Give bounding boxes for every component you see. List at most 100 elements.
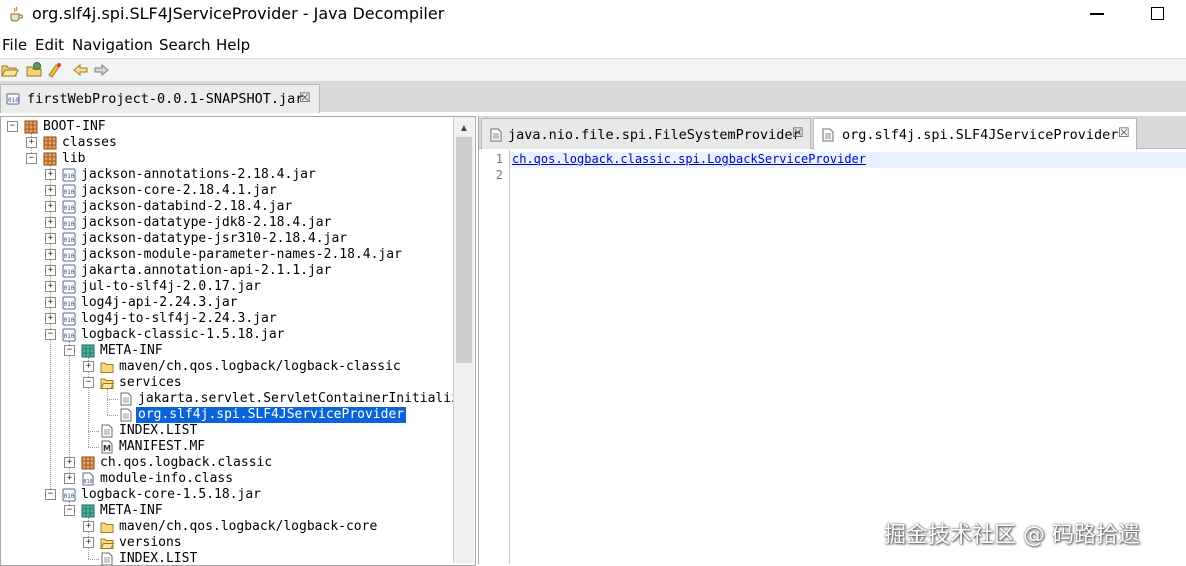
tree-node-label[interactable]: versions — [117, 535, 184, 551]
menu-search[interactable]: Search — [159, 36, 211, 54]
title-bar: org.slf4j.spi.SLF4JServiceProvider - Jav… — [0, 0, 1186, 30]
svg-text:010: 010 — [84, 479, 93, 485]
tree-node-label[interactable]: jakarta.annotation-api-2.1.1.jar — [79, 263, 333, 279]
package-icon — [81, 456, 95, 470]
tree-node-label[interactable]: lib — [60, 151, 87, 167]
tree-node-label[interactable]: classes — [60, 135, 119, 151]
scrollbar-thumb[interactable] — [456, 137, 472, 363]
svg-text:010: 010 — [64, 301, 75, 308]
expand-icon[interactable]: + — [45, 169, 56, 180]
menu-file[interactable]: File — [2, 36, 27, 54]
svg-text:010: 010 — [64, 333, 75, 340]
tree-node-label[interactable]: jackson-databind-2.18.4.jar — [79, 199, 294, 215]
tab-archive[interactable]: 010 firstWebProject-0.0.1-SNAPSHOT.jar ☒ — [0, 84, 320, 113]
menu-help[interactable]: Help — [216, 36, 250, 54]
tree-node-label[interactable]: BOOT-INF — [41, 119, 108, 135]
tree-node-label[interactable]: jackson-datatype-jsr310-2.18.4.jar — [79, 231, 349, 247]
tree-node-label[interactable]: jackson-datatype-jdk8-2.18.4.jar — [79, 215, 333, 231]
menu-edit[interactable]: Edit — [35, 36, 64, 54]
close-icon[interactable]: ☒ — [792, 125, 804, 141]
expand-icon[interactable]: + — [64, 457, 75, 468]
tree-node-label[interactable]: INDEX.LIST — [117, 423, 199, 439]
collapse-icon[interactable]: − — [45, 329, 56, 340]
expand-icon[interactable]: + — [64, 473, 75, 484]
tree-guide-line — [107, 389, 108, 415]
tree-node-label[interactable]: log4j-api-2.24.3.jar — [79, 295, 240, 311]
tree-connector — [107, 399, 118, 400]
svg-text:010: 010 — [64, 253, 75, 260]
tree-node-label[interactable]: services — [117, 375, 184, 391]
file-icon — [490, 128, 502, 142]
expand-icon[interactable]: + — [45, 233, 56, 244]
scroll-up-icon[interactable]: ▲ — [459, 123, 469, 134]
tree-node-label[interactable]: jackson-core-2.18.4.1.jar — [79, 183, 279, 199]
collapse-icon[interactable]: − — [26, 153, 37, 164]
collapse-icon[interactable]: − — [45, 489, 56, 500]
package-icon — [43, 152, 57, 166]
tree-node-label[interactable]: META-INF — [98, 503, 165, 519]
line-number: 1 — [495, 152, 503, 166]
close-icon[interactable]: ☒ — [299, 90, 311, 106]
tree-node-label[interactable]: jakarta.servlet.ServletContainerInitiali… — [136, 391, 475, 407]
expand-icon[interactable]: + — [26, 137, 37, 148]
search-icon[interactable] — [46, 61, 64, 79]
expand-icon[interactable]: + — [83, 537, 94, 548]
jar-icon: 010 — [62, 312, 76, 326]
menu-navigation[interactable]: Navigation — [72, 36, 153, 54]
forward-arrow-icon[interactable] — [92, 61, 110, 79]
open-type-icon[interactable] — [26, 61, 44, 79]
file-icon — [822, 128, 834, 142]
tab-filesystemprovider[interactable]: java.nio.file.spi.FileSystemProvider ☒ — [481, 118, 811, 149]
jar-icon: 010 — [62, 184, 76, 198]
collapse-icon[interactable]: − — [7, 121, 18, 132]
jar-icon: 010 — [62, 280, 76, 294]
tree-node-label[interactable]: maven/ch.qos.logback/logback-core — [117, 519, 379, 535]
expand-icon[interactable]: + — [45, 217, 56, 228]
folder-open-icon — [100, 536, 115, 550]
expand-icon[interactable]: + — [45, 201, 56, 212]
editor-tab-bar: java.nio.file.spi.FileSystemProvider ☒ o… — [479, 116, 1186, 150]
collapse-icon[interactable]: − — [64, 345, 75, 356]
tree-node-label[interactable]: logback-core-1.5.18.jar — [79, 487, 263, 503]
maximize-button[interactable] — [1151, 7, 1164, 20]
close-icon[interactable]: ☒ — [1118, 125, 1130, 141]
svg-text:010: 010 — [64, 317, 75, 324]
provider-link[interactable]: ch.qos.logback.classic.spi.LogbackServic… — [510, 152, 866, 166]
collapse-icon[interactable]: − — [83, 377, 94, 388]
expand-icon[interactable]: + — [45, 185, 56, 196]
file-icon — [119, 408, 133, 422]
open-file-icon[interactable] — [1, 61, 19, 79]
back-arrow-icon[interactable] — [72, 61, 90, 79]
expand-icon[interactable]: + — [45, 249, 56, 260]
svg-text:M: M — [103, 444, 111, 453]
tree-node-label[interactable]: META-INF — [98, 343, 165, 359]
tree-node-label[interactable]: log4j-to-slf4j-2.24.3.jar — [79, 311, 279, 327]
minimize-button[interactable] — [1090, 13, 1104, 15]
tab-slf4jserviceprovider[interactable]: org.slf4j.spi.SLF4JServiceProvider ☒ — [813, 118, 1137, 150]
tree-node-label[interactable]: logback-classic-1.5.18.jar — [79, 327, 287, 343]
svg-text:010: 010 — [8, 97, 19, 104]
expand-icon[interactable]: + — [45, 281, 56, 292]
tree-node-label[interactable]: maven/ch.qos.logback/logback-classic — [117, 359, 403, 375]
vertical-scrollbar[interactable]: ▲ — [453, 117, 474, 563]
meta-icon — [81, 504, 95, 518]
code-line: ch.qos.logback.classic.spi.LogbackServic… — [510, 152, 1186, 168]
tree-node-label[interactable]: jackson-annotations-2.18.4.jar — [79, 167, 318, 183]
expand-icon[interactable]: + — [83, 521, 94, 532]
tree-node-label[interactable]: ch.qos.logback.classic — [98, 455, 274, 471]
tree-node-label[interactable]: jul-to-slf4j-2.0.17.jar — [79, 279, 263, 295]
expand-icon[interactable]: + — [45, 265, 56, 276]
expand-icon[interactable]: + — [45, 297, 56, 308]
expand-icon[interactable]: + — [83, 361, 94, 372]
class-icon: 010 — [81, 472, 95, 486]
tree-node-label[interactable]: org.slf4j.spi.SLF4JServiceProvider — [136, 407, 407, 423]
tree-node-label[interactable]: jackson-module-parameter-names-2.18.4.ja… — [79, 247, 404, 263]
svg-text:010: 010 — [64, 269, 75, 276]
folder-icon — [100, 360, 114, 374]
tab-label: org.slf4j.spi.SLF4JServiceProvider — [842, 127, 1119, 143]
expand-icon[interactable]: + — [45, 313, 56, 324]
collapse-icon[interactable]: − — [64, 505, 75, 516]
tree-node-label[interactable]: MANIFEST.MF — [117, 439, 207, 455]
tree-node-label[interactable]: module-info.class — [98, 471, 235, 487]
svg-text:010: 010 — [64, 189, 75, 196]
